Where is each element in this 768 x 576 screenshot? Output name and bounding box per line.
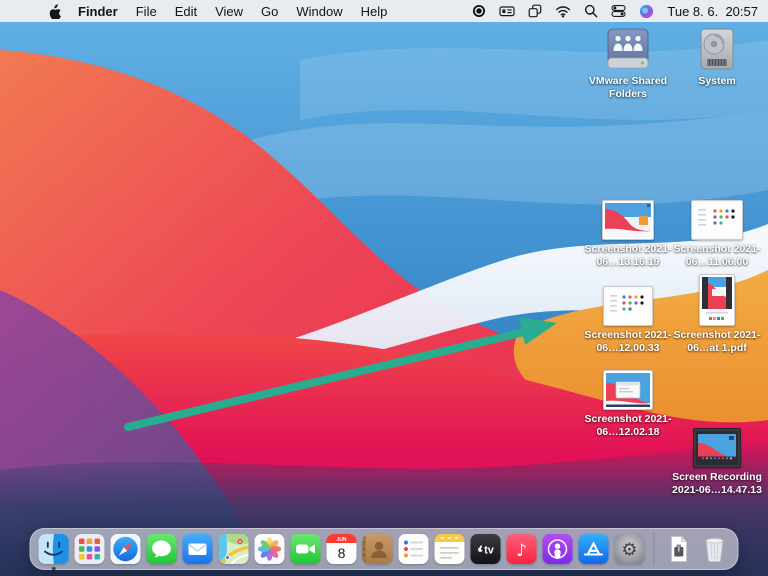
music-note-glyph: ♪ — [516, 541, 527, 561]
desktop-icon-label: Screenshot 2021-06…at 1.pdf — [667, 329, 767, 354]
document-icon — [664, 534, 694, 564]
screenshot-thumbnail — [603, 366, 653, 410]
calendar-icon: JUN 8 — [327, 534, 357, 564]
dock-item-music[interactable]: ♪ — [507, 534, 537, 564]
dock-item-facetime[interactable] — [291, 534, 321, 564]
network-drive-icon — [604, 26, 652, 72]
dock-item-reminders[interactable] — [399, 534, 429, 564]
dock-item-system-preferences[interactable]: ⚙ — [615, 534, 645, 564]
menu-item-file[interactable]: File — [127, 4, 166, 19]
maps-icon — [219, 534, 249, 564]
safari-icon — [111, 534, 141, 564]
windows-icon[interactable] — [528, 4, 542, 18]
screenshot-thumbnail — [691, 196, 743, 240]
facetime-icon — [291, 534, 321, 564]
hard-drive-icon — [699, 26, 735, 72]
record-indicator-icon[interactable] — [472, 4, 486, 18]
desktop-icon-screenshot-110600[interactable]: Screenshot 2021-06…11.06.00 — [667, 196, 767, 268]
menu-item-view[interactable]: View — [206, 4, 252, 19]
apple-tv-icon: tv — [471, 534, 501, 564]
desktop-icon-screenshot-pdf[interactable]: Screenshot 2021-06…at 1.pdf — [667, 270, 767, 354]
dock-item-documents[interactable] — [664, 534, 694, 564]
desktop: Finder File Edit View Go Window Help — [0, 0, 768, 576]
menu-item-edit[interactable]: Edit — [166, 4, 206, 19]
desktop-icon-label: Screenshot 2021-06…12.00.33 — [578, 329, 678, 354]
dock-item-safari[interactable] — [111, 534, 141, 564]
contacts-icon — [363, 534, 393, 564]
desktop-icon-label: System — [698, 75, 735, 88]
music-icon: ♪ — [507, 534, 537, 564]
dock-item-podcasts[interactable] — [543, 534, 573, 564]
dock-item-launchpad[interactable] — [75, 534, 105, 564]
calendar-day-text: 8 — [338, 545, 346, 561]
dock-item-messages[interactable] — [147, 534, 177, 564]
system-preferences-icon: ⚙ — [615, 534, 645, 564]
desktop-icon-screenshot-131619[interactable]: Screenshot 2021-06…13.16.19 — [578, 196, 678, 268]
menu-bar-status: Tue 8. 6. 20:57 — [472, 4, 768, 19]
apple-menu-icon[interactable] — [48, 4, 69, 19]
menu-bar-left: Finder File Edit View Go Window Help — [0, 4, 396, 19]
finder-icon — [39, 534, 69, 564]
menu-item-help[interactable]: Help — [352, 4, 397, 19]
siri-icon[interactable] — [639, 4, 654, 19]
desktop-icon-label: VMware Shared Folders — [578, 75, 678, 100]
menu-item-go[interactable]: Go — [252, 4, 287, 19]
mail-icon — [183, 534, 213, 564]
desktop-icon-label: Screenshot 2021-06…11.06.00 — [667, 243, 767, 268]
desktop-icon-screenshot-120033[interactable]: Screenshot 2021-06…12.00.33 — [578, 282, 678, 354]
messages-icon — [147, 534, 177, 564]
screenshot-thumbnail — [603, 282, 653, 326]
podcasts-icon — [543, 534, 573, 564]
dock-item-contacts[interactable] — [363, 534, 393, 564]
screenshot-thumbnail — [602, 196, 654, 240]
wifi-icon[interactable] — [555, 5, 571, 18]
menu-bar-clock[interactable]: Tue 8. 6. 20:57 — [667, 4, 758, 19]
desktop-icon-screenshot-120218[interactable]: Screenshot 2021-06…12.02.18 — [578, 366, 678, 438]
reminders-icon — [399, 534, 429, 564]
app-store-icon — [579, 534, 609, 564]
dock-item-trash[interactable] — [700, 534, 730, 564]
notes-icon — [435, 534, 465, 564]
menu-item-finder[interactable]: Finder — [69, 4, 127, 19]
finder-running-indicator — [52, 567, 56, 571]
pdf-thumbnail — [699, 270, 735, 326]
trash-icon — [700, 534, 730, 564]
launchpad-icon — [75, 534, 105, 564]
dock-separator — [654, 532, 655, 566]
spotlight-search-icon[interactable] — [584, 4, 598, 18]
dock-item-mail[interactable] — [183, 534, 213, 564]
desktop-icon-label: Screenshot 2021-06…12.02.18 — [578, 413, 678, 438]
desktop-icon-system[interactable]: System — [667, 26, 767, 88]
video-thumbnail — [693, 424, 741, 468]
menu-bar: Finder File Edit View Go Window Help — [0, 0, 768, 22]
desktop-icon-screen-recording[interactable]: Screen Recording 2021-06…14.47.13 — [667, 424, 767, 496]
control-center-icon[interactable] — [611, 4, 626, 18]
dock-item-finder[interactable] — [39, 534, 69, 564]
dock-item-tv[interactable]: tv — [471, 534, 501, 564]
menu-item-window[interactable]: Window — [287, 4, 351, 19]
gear-glyph: ⚙ — [621, 540, 637, 561]
input-device-icon[interactable] — [499, 4, 515, 18]
dock-item-notes[interactable] — [435, 534, 465, 564]
dock-item-photos[interactable] — [255, 534, 285, 564]
tv-label-text: tv — [484, 544, 495, 556]
dock-item-maps[interactable] — [219, 534, 249, 564]
dock-item-calendar[interactable]: JUN 8 — [327, 534, 357, 564]
desktop-icon-label: Screenshot 2021-06…13.16.19 — [578, 243, 678, 268]
photos-icon — [255, 534, 285, 564]
desktop-icon-vmware-shared-folders[interactable]: VMware Shared Folders — [578, 26, 678, 100]
calendar-month-text: JUN — [336, 537, 346, 543]
dock: JUN 8 — [30, 528, 739, 570]
desktop-icon-label: Screen Recording 2021-06…14.47.13 — [667, 471, 767, 496]
dock-item-app-store[interactable] — [579, 534, 609, 564]
